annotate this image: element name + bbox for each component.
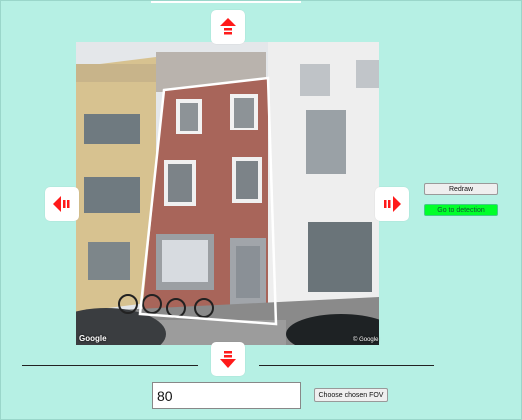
top-divider: [151, 1, 301, 3]
divider-left: [22, 365, 198, 366]
redraw-button[interactable]: Redraw: [424, 183, 498, 195]
move-down-button[interactable]: [211, 342, 245, 376]
copyright-text: © Google: [353, 337, 379, 343]
arrow-up-icon: [220, 18, 236, 35]
arrow-left-icon: [53, 196, 70, 212]
go-to-detection-button[interactable]: Go to detection: [424, 204, 498, 216]
choose-fov-button[interactable]: Choose chosen FOV: [314, 388, 388, 402]
move-left-button[interactable]: [45, 187, 79, 221]
divider-right: [259, 365, 434, 366]
street-view-image: [76, 42, 379, 345]
google-logo: Google: [79, 334, 107, 343]
fov-input[interactable]: [152, 382, 301, 409]
street-view-scene: [76, 42, 379, 345]
move-right-button[interactable]: [375, 187, 409, 221]
arrow-right-icon: [384, 196, 401, 212]
arrow-down-icon: [220, 351, 236, 368]
move-up-button[interactable]: [211, 10, 245, 44]
